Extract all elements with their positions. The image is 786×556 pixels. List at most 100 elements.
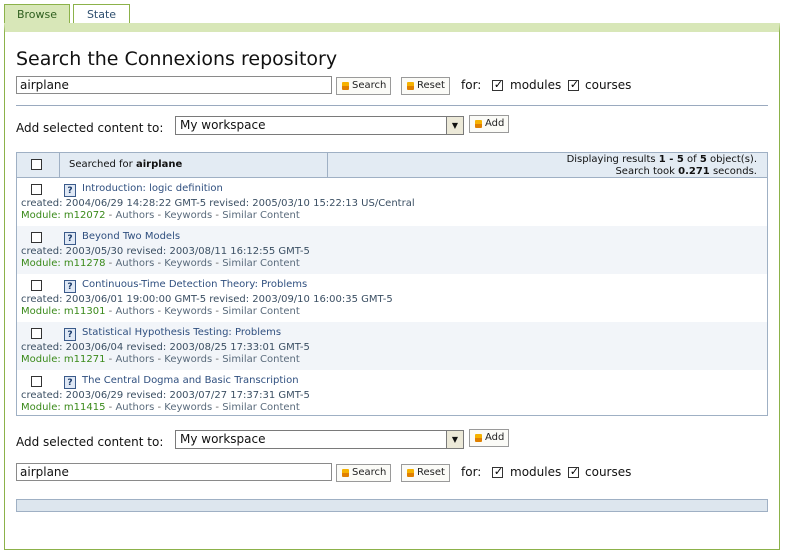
help-icon[interactable]: ? [64,376,76,389]
similar-content-link[interactable]: Similar Content [222,402,300,413]
help-icon[interactable]: ? [64,328,76,341]
row-checkbox[interactable] [31,328,42,339]
result-dates: created: 2003/06/04 revised: 2003/08/25 … [21,342,310,353]
result-module-line: Module: m11271 - Authors - Keywords - Si… [21,354,300,365]
separator: - [212,258,223,269]
similar-content-link[interactable]: Similar Content [222,306,300,317]
arrow-icon [475,120,482,128]
searched-for-text: Searched for airplane [69,159,182,170]
similar-content-link[interactable]: Similar Content [222,210,300,221]
help-icon[interactable]: ? [64,232,76,245]
result-title-link[interactable]: The Central Dogma and Basic Transcriptio… [82,375,299,386]
chevron-down-icon[interactable]: ▼ [446,431,463,448]
row-checkbox[interactable] [31,232,42,243]
search-button[interactable]: Search [336,77,392,95]
reset-button-label: Reset [417,80,445,91]
search-button-label: Search [352,80,387,91]
authors-link[interactable]: Authors [115,402,154,413]
modules-label: modules [510,465,562,479]
header-divider [59,153,60,177]
help-icon[interactable]: ? [64,184,76,197]
module-id-link[interactable]: Module: m11271 [21,354,105,365]
courses-checkbox[interactable]: ✓ [568,465,579,478]
select-all-checkbox[interactable] [31,159,42,170]
keywords-link[interactable]: Keywords [164,306,212,317]
similar-content-link[interactable]: Similar Content [222,354,300,365]
arrow-icon [407,82,414,90]
keywords-link[interactable]: Keywords [164,210,212,221]
keywords-link[interactable]: Keywords [164,354,212,365]
module-id-link[interactable]: Module: m11278 [21,258,105,269]
chevron-down-icon[interactable]: ▼ [446,117,463,134]
display-prefix: Displaying results [566,154,656,165]
separator: - [105,210,116,221]
page-title: Search the Connexions repository [16,48,338,70]
took-prefix: Search took [615,166,675,177]
keywords-link[interactable]: Keywords [164,258,212,269]
search-time: 0.271 [678,166,710,177]
result-unit: object(s). [709,154,757,165]
add-button[interactable]: Add [469,115,510,133]
workspace-select-value: My workspace [180,118,266,132]
search-input[interactable]: airplane [16,463,332,481]
module-id-link[interactable]: Module: m11301 [21,306,105,317]
add-button-label: Add [485,432,505,443]
authors-link[interactable]: Authors [115,306,154,317]
authors-link[interactable]: Authors [115,258,154,269]
authors-link[interactable]: Authors [115,210,154,221]
separator: - [105,354,116,365]
divider [16,105,768,106]
add-content-label: Add selected content to: [16,121,164,135]
result-title-link[interactable]: Introduction: logic definition [82,183,223,194]
result-module-line: Module: m11301 - Authors - Keywords - Si… [21,306,300,317]
result-title-link[interactable]: Statistical Hypothesis Testing: Problems [82,327,281,338]
result-module-line: Module: m11415 - Authors - Keywords - Si… [21,402,300,413]
courses-checkbox[interactable]: ✓ [568,78,580,91]
row-checkbox[interactable] [31,280,42,291]
arrow-icon [342,82,349,90]
search-input[interactable]: airplane [16,76,332,94]
check-icon: ✓ [569,78,580,91]
row-checkbox[interactable] [31,376,42,387]
search-button[interactable]: Search [336,464,392,482]
separator: - [212,306,223,317]
workspace-select[interactable]: My workspace ▼ [175,430,464,449]
similar-content-link[interactable]: Similar Content [222,258,300,269]
module-id-link[interactable]: Module: m11415 [21,402,105,413]
reset-button[interactable]: Reset [401,77,450,95]
separator: - [105,306,116,317]
table-row: ? Statistical Hypothesis Testing: Problem… [17,322,767,370]
module-id-link[interactable]: Module: m12072 [21,210,105,221]
add-button-label: Add [485,118,505,129]
result-dates: created: 2004/06/29 14:28:22 GMT-5 revis… [21,198,415,209]
table-row: ? Beyond Two Models created: 2003/05/30 re… [17,226,767,274]
of-text: of [687,154,697,165]
reset-button[interactable]: Reset [401,464,450,482]
results-summary: Displaying results 1 - 5 of 5 object(s).… [567,154,757,178]
tab-browse[interactable]: Browse [4,4,70,25]
result-dates: created: 2003/06/01 19:00:00 GMT-5 revis… [21,294,393,305]
separator: - [154,210,165,221]
authors-link[interactable]: Authors [115,354,154,365]
result-dates: created: 2003/05/30 revised: 2003/08/11 … [21,246,310,257]
results-header: Searched for airplane Displaying results… [17,153,767,178]
searched-term: airplane [135,159,183,170]
row-checkbox[interactable] [31,184,42,195]
tab-state[interactable]: State [73,4,130,24]
result-title-link[interactable]: Continuous-Time Detection Theory: Proble… [82,279,307,290]
result-title-link[interactable]: Beyond Two Models [82,231,180,242]
for-label: for: [461,78,482,92]
keywords-link[interactable]: Keywords [164,402,212,413]
result-dates: created: 2003/06/29 revised: 2003/07/27 … [21,390,310,401]
separator: - [154,402,165,413]
separator: - [212,402,223,413]
add-button[interactable]: Add [469,429,510,447]
modules-checkbox[interactable]: ✓ [492,465,503,478]
help-icon[interactable]: ? [64,280,76,293]
separator: - [105,258,116,269]
courses-label: courses [585,465,632,479]
separator: - [105,402,116,413]
modules-checkbox[interactable]: ✓ [492,78,503,91]
workspace-select[interactable]: My workspace ▼ [175,116,464,135]
separator: - [212,354,223,365]
